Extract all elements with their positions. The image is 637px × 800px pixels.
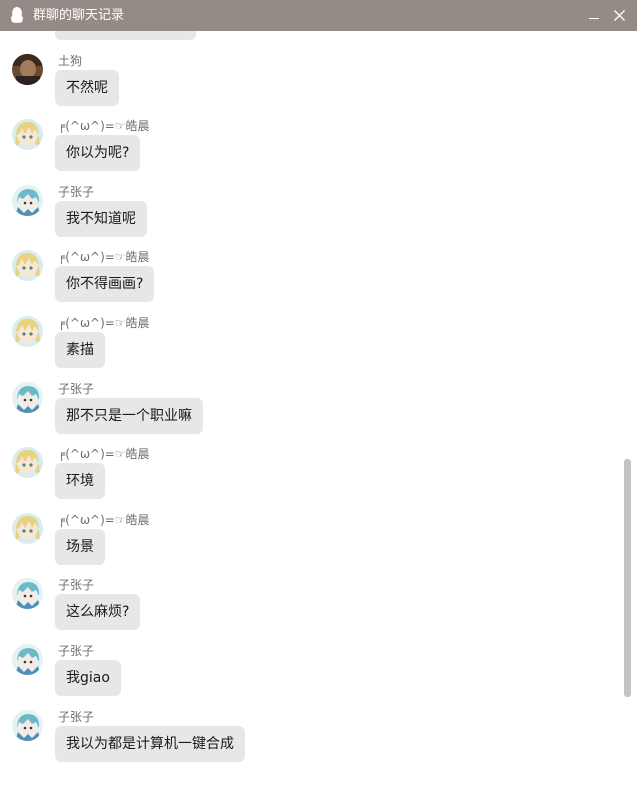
message-bubble[interactable]: 学动漫还要学美术? <box>55 31 197 40</box>
chat-message: ╒(^ω^)=☞皓晨场景 <box>0 513 610 573</box>
message-bubble[interactable]: 不然呢 <box>55 70 119 106</box>
message-bubble[interactable]: 场景 <box>55 529 105 565</box>
anime-avatar-blonde-hair <box>12 316 43 347</box>
message-bubble[interactable]: 你以为呢? <box>55 135 141 171</box>
title-bar[interactable]: 群聊的聊天记录 <box>0 0 637 31</box>
anime-avatar-blonde-hair <box>12 250 43 281</box>
sender-avatar[interactable] <box>12 119 43 150</box>
message-bubble[interactable]: 我以为都是计算机一键合成 <box>55 726 245 762</box>
sender-avatar[interactable] <box>12 578 43 609</box>
sender-name[interactable]: ╒(^ω^)=☞皓晨 <box>58 250 150 264</box>
anime-avatar-blonde-hair <box>12 513 43 544</box>
sender-avatar[interactable] <box>12 250 43 281</box>
message-bubble[interactable]: 我不知道呢 <box>55 201 147 237</box>
message-bubble[interactable]: 环境 <box>55 463 105 499</box>
chat-message: ╒(^ω^)=☞皓晨环境 <box>0 447 610 507</box>
sender-name[interactable]: 土狗 <box>58 54 82 68</box>
anime-avatar-blonde-hair <box>12 119 43 150</box>
anime-avatar-blue-hair <box>12 578 43 609</box>
message-bubble[interactable]: 这么麻烦? <box>55 594 141 630</box>
chat-message: ╒(^ω^)=☞皓晨你以为呢? <box>0 119 610 179</box>
message-bubble[interactable]: 我giao <box>55 660 121 696</box>
anime-avatar-blue-hair <box>12 185 43 216</box>
minimize-button[interactable] <box>583 0 607 31</box>
message-bubble[interactable]: 素描 <box>55 332 105 368</box>
sender-name[interactable]: ╒(^ω^)=☞皓晨 <box>58 316 150 330</box>
sender-avatar[interactable] <box>12 185 43 216</box>
photo-avatar-dark <box>12 54 43 85</box>
sender-name[interactable]: ╒(^ω^)=☞皓晨 <box>58 447 150 461</box>
close-icon <box>614 10 625 21</box>
chat-message: 子张子这么麻烦? <box>0 578 610 638</box>
chat-message-list[interactable]: 学动漫还要学美术?土狗不然呢╒(^ω^)=☞皓晨你以为呢?子张子我不知道呢╒(^… <box>0 31 624 800</box>
sender-avatar[interactable] <box>12 382 43 413</box>
sender-avatar[interactable] <box>12 54 43 85</box>
close-button[interactable] <box>607 0 631 31</box>
anime-avatar-blue-hair <box>12 382 43 413</box>
sender-name[interactable]: ╒(^ω^)=☞皓晨 <box>58 119 150 133</box>
sender-name[interactable]: 子张子 <box>58 185 94 199</box>
chat-message: 子张子我以为都是计算机一键合成 <box>0 710 610 770</box>
message-bubble[interactable]: 那不只是一个职业嘛 <box>55 398 203 434</box>
sender-avatar[interactable] <box>12 644 43 675</box>
sender-avatar[interactable] <box>12 447 43 478</box>
minimize-icon <box>589 18 599 19</box>
chat-message: ╒(^ω^)=☞皓晨你不得画画? <box>0 250 610 310</box>
sender-name[interactable]: 子张子 <box>58 710 94 724</box>
scrollbar-thumb[interactable] <box>624 459 631 697</box>
chat-message: 子张子我giao <box>0 644 610 704</box>
chat-message: 子张子 我不知道呢 <box>0 185 610 245</box>
sender-name[interactable]: 子张子 <box>58 578 94 592</box>
anime-avatar-blue-hair <box>12 710 43 741</box>
sender-avatar[interactable] <box>12 316 43 347</box>
sender-name[interactable]: 子张子 <box>58 644 94 658</box>
sender-avatar[interactable] <box>12 513 43 544</box>
chat-message: 土狗 不然呢 <box>0 54 610 114</box>
sender-name[interactable]: 子张子 <box>58 382 94 396</box>
chat-message: 子张子那不只是一个职业嘛 <box>0 382 610 442</box>
anime-avatar-blue-hair <box>12 644 43 675</box>
chat-message: ╒(^ω^)=☞皓晨素描 <box>0 316 610 376</box>
anime-avatar-blonde-hair <box>12 447 43 478</box>
message-bubble[interactable]: 你不得画画? <box>55 266 155 302</box>
sender-name[interactable]: ╒(^ω^)=☞皓晨 <box>58 513 150 527</box>
qq-penguin-icon <box>11 7 23 23</box>
chat-history-window: 群聊的聊天记录 学动漫还要学美术?土狗不然呢╒(^ω^)=☞皓晨你以为呢?子张子… <box>0 0 637 800</box>
chat-message: 学动漫还要学美术? <box>0 31 610 48</box>
sender-avatar[interactable] <box>12 710 43 741</box>
window-title: 群聊的聊天记录 <box>33 8 125 23</box>
